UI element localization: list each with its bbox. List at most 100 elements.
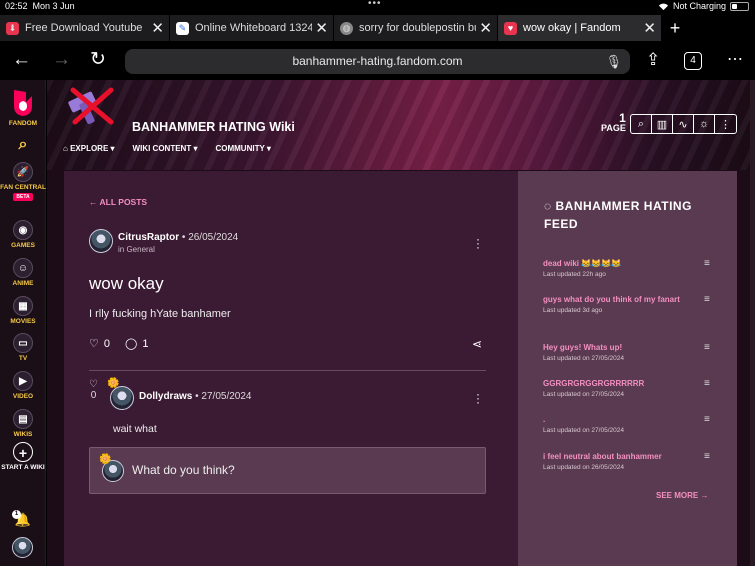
theme-toggle-icon[interactable]: ☼ <box>694 115 715 133</box>
rail-item-tv[interactable]: ▭ TV <box>0 333 46 362</box>
rail-item-games[interactable]: ◉ GAMES <box>0 220 46 249</box>
fandom-global-nav: FANDOM ⌕ 🚀 FAN CENTRAL BETA ◉ GAMES ☺ AN… <box>0 80 46 566</box>
author-avatar[interactable] <box>89 229 113 253</box>
activity-icon[interactable]: ∿ <box>673 115 694 133</box>
feed-title: ◌ BANHAMMER HATING FEED <box>544 199 692 231</box>
nav-community[interactable]: COMMUNITY ▾ <box>215 144 270 153</box>
tab-title: wow okay | Fandom <box>523 22 621 34</box>
user-avatar[interactable] <box>12 537 33 558</box>
feed-item[interactable]: i feel neutral about banhammer Last updat… <box>543 451 710 471</box>
new-tab-button[interactable]: + <box>662 14 688 42</box>
share-icon[interactable]: ⇪ <box>646 48 660 72</box>
more-options-icon[interactable]: ⋮ <box>715 115 736 133</box>
feed-item[interactable]: GGRGRGRGGRGRRRRRR Last updated on 27/05/2… <box>543 378 710 398</box>
gamepad-icon: ◉ <box>13 220 33 240</box>
heart-icon: ♡ <box>89 379 98 390</box>
list-icon: ≡ <box>704 451 710 462</box>
search-icon[interactable]: ⌕ <box>631 115 652 133</box>
divider <box>89 370 486 371</box>
list-icon: ≡ <box>704 294 710 305</box>
nav-explore[interactable]: ⌂ EXPLORE ▾ <box>63 144 115 153</box>
browser-tab[interactable]: ◍ sorry for doublepostin but ✕ <box>334 15 498 41</box>
feed-item[interactable]: Hey guys! Whats up! Last updated on 27/05… <box>543 342 710 362</box>
reply-author: Dollydraws • 27/05/2024 <box>139 391 252 402</box>
feed-item[interactable]: dead wiki 😹😹😹😹 Last updated 22h ago ≡ <box>543 258 710 278</box>
wiki-nav: ⌂ EXPLORE ▾ WIKI CONTENT ▾ COMMUNITY ▾ <box>63 144 271 153</box>
comment-icon: ◯ <box>125 338 138 350</box>
tab-count-button[interactable]: 4 <box>684 52 702 70</box>
browser-tab-active[interactable]: ♥ wow okay | Fandom ✕ <box>498 15 662 41</box>
author-name[interactable]: CitrusRaptor <box>118 232 179 243</box>
tab-title: sorry for doublepostin but <box>359 22 479 34</box>
status-bar: 02:52 Mon 3 Jun ••• Not Charging <box>0 0 755 13</box>
scrollbar[interactable] <box>750 80 755 566</box>
close-tab-icon[interactable]: ✕ <box>148 19 164 37</box>
back-icon[interactable]: ← <box>12 48 31 72</box>
feed-item[interactable]: . Last updated on 27/05/2024 ≡ <box>543 414 710 434</box>
all-posts-link[interactable]: ← ALL POSTS <box>89 197 147 207</box>
wiki-logo[interactable] <box>63 86 117 126</box>
address-bar[interactable]: banhammer-hating.fandom.com 🎙 <box>125 49 630 74</box>
reload-icon[interactable]: ↻ <box>90 48 106 72</box>
post-comments[interactable]: ◯ 1 <box>125 337 148 351</box>
globe-icon: ◍ <box>340 21 353 35</box>
post-panel: ← ALL POSTS CitrusRaptor • 26/05/2024 in… <box>64 171 518 566</box>
fandom-label: FANDOM <box>8 120 38 127</box>
rail-label: TV <box>18 355 28 362</box>
post-author: CitrusRaptor • 26/05/2024 in General <box>118 232 239 254</box>
post-options-icon[interactable]: · · · <box>475 233 481 253</box>
multitasking-dots[interactable]: ••• <box>368 0 382 9</box>
post-category[interactable]: in General <box>118 245 238 254</box>
close-tab-icon[interactable]: ✕ <box>312 19 328 37</box>
microphone-icon[interactable]: 🎙 <box>605 49 622 74</box>
rail-label: FAN CENTRAL <box>0 184 46 191</box>
status-time-date: 02:52 Mon 3 Jun <box>5 1 75 11</box>
flower-badge-icon: 🌼 <box>99 454 112 465</box>
list-icon: ≡ <box>704 258 710 269</box>
search-icon[interactable]: ⌕ <box>0 136 46 154</box>
reply-input[interactable]: 🌼 What do you think? <box>89 447 486 494</box>
nav-wiki-content[interactable]: WIKI CONTENT ▾ <box>133 144 198 153</box>
list-icon: ≡ <box>704 414 710 425</box>
fandom-logo[interactable]: FANDOM <box>0 88 46 127</box>
film-icon: ▦ <box>13 296 33 316</box>
rail-item-fan-central[interactable]: 🚀 FAN CENTRAL BETA <box>0 162 46 201</box>
see-more-link[interactable]: SEE MORE → <box>656 491 708 500</box>
rail-item-anime[interactable]: ☺ ANIME <box>0 258 46 287</box>
fandom-heart-icon <box>14 90 32 116</box>
rail-item-video[interactable]: ▶ VIDEO <box>0 371 46 400</box>
post-title: wow okay <box>89 274 164 293</box>
browser-tab[interactable]: ✎ Online Whiteboard 13242 ✕ <box>170 15 334 41</box>
list-icon: ≡ <box>704 378 710 389</box>
notifications-button[interactable]: 🔔 1 <box>0 510 46 532</box>
feed-item[interactable]: guys what do you think of my fanart Last … <box>543 294 710 314</box>
reply-likes[interactable]: ♡ 0 <box>89 379 98 401</box>
anime-face-icon: ☺ <box>13 258 33 278</box>
wiki-name[interactable]: BANHAMMER HATING Wiki <box>132 120 295 134</box>
tab-title: Online Whiteboard 13242 <box>195 22 315 34</box>
rail-item-movies[interactable]: ▦ MOVIES <box>0 296 46 325</box>
browser-tab[interactable]: ⬇ Free Download Youtube S ✕ <box>0 15 170 41</box>
more-icon[interactable]: ⋯ <box>727 48 743 72</box>
wiki-tools: ⌕ ▥ ∿ ☼ ⋮ <box>630 114 737 134</box>
rail-item-wikis[interactable]: ▤ WIKIS <box>0 409 46 438</box>
close-tab-icon[interactable]: ✕ <box>476 19 492 37</box>
feed-sidebar: ◌ BANHAMMER HATING FEED dead wiki 😹😹😹😹 La… <box>518 171 737 566</box>
tv-icon: ▭ <box>13 333 33 353</box>
rail-item-start-wiki[interactable]: + START A WIKI <box>0 442 46 471</box>
rocket-icon: 🚀 <box>13 162 33 182</box>
book-icon[interactable]: ▥ <box>652 115 673 133</box>
reply-author-avatar[interactable] <box>110 386 134 410</box>
rail-label: ANIME <box>12 280 34 287</box>
close-tab-icon[interactable]: ✕ <box>640 19 656 37</box>
reply-options-icon[interactable]: · · · <box>475 388 481 408</box>
list-icon: ≡ <box>704 342 710 353</box>
share-icon[interactable]: ⋖ <box>472 337 482 351</box>
page-count: 1 PAGE <box>601 111 626 133</box>
charging-status: Not Charging <box>672 1 726 11</box>
forward-icon[interactable]: → <box>52 48 71 72</box>
wifi-icon <box>658 3 669 10</box>
post-likes[interactable]: ♡ 0 <box>89 337 110 351</box>
fandom-icon: ♥ <box>504 21 517 35</box>
reply-placeholder: What do you think? <box>132 463 235 477</box>
